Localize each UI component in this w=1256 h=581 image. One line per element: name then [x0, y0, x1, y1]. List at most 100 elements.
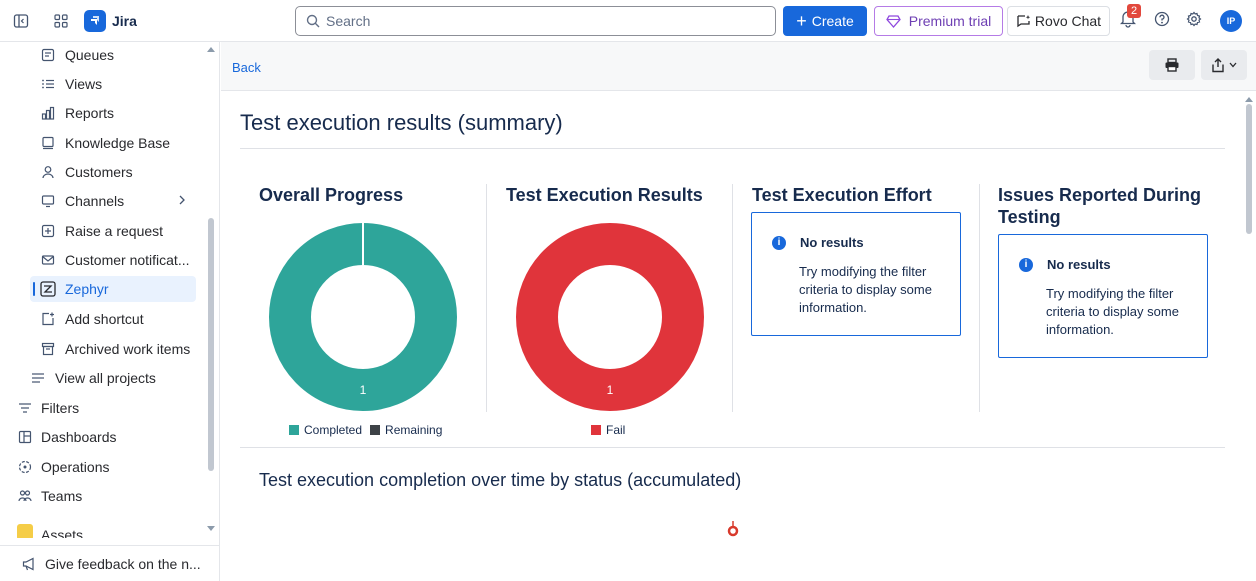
execution-effort-title: Test Execution Effort: [752, 185, 932, 205]
donut-slice-fail[interactable]: [516, 223, 704, 411]
share-button[interactable]: [1201, 50, 1247, 80]
no-results-title: No results: [800, 235, 864, 250]
app-switcher-icon[interactable]: [51, 11, 71, 31]
sidebar-item-label: Queues: [65, 47, 115, 63]
sidebar-item-label: Customer notificat...: [65, 252, 190, 268]
no-results-title: No results: [1047, 257, 1111, 272]
mail-icon: [40, 252, 56, 268]
premium-trial-button[interactable]: Premium trial: [874, 6, 1003, 36]
plus-icon: +: [796, 11, 807, 31]
user-avatar[interactable]: IP: [1220, 10, 1242, 32]
sidebar-scroll-down-arrow[interactable]: [207, 526, 215, 531]
app-name: Jira: [112, 13, 137, 29]
legend-item-remaining[interactable]: Remaining: [370, 423, 442, 437]
print-button[interactable]: [1149, 50, 1195, 80]
sidebar-item-knowledge-base[interactable]: Knowledge Base: [40, 130, 170, 156]
sidebar-scroll-up-arrow[interactable]: [207, 47, 215, 52]
legend-swatch: [591, 425, 601, 435]
customers-icon: [40, 164, 56, 180]
sidebar-item-add-shortcut[interactable]: Add shortcut: [40, 306, 144, 332]
donut-slice-completed[interactable]: [269, 223, 457, 411]
sidebar-item-label: Assets: [41, 527, 84, 538]
overall-progress-title: Overall Progress: [259, 185, 404, 205]
legend-label: Fail: [606, 423, 626, 437]
divider: [240, 148, 1225, 149]
sidebar-item-teams[interactable]: Teams: [17, 483, 82, 509]
info-icon: i: [1019, 257, 1033, 272]
overall-progress-legend: Completed Remaining: [289, 423, 450, 437]
sidebar-item-queues[interactable]: Queues: [40, 42, 114, 68]
printer-icon: [1165, 58, 1179, 72]
legend-item-fail[interactable]: Fail: [591, 423, 625, 437]
search-input[interactable]: Search: [295, 6, 776, 36]
create-button[interactable]: + Create: [783, 6, 867, 36]
chevron-right-icon[interactable]: [178, 193, 186, 209]
sidebar-item-label: Archived work items: [65, 341, 191, 357]
sidebar-item-zephyr[interactable]: Zephyr: [30, 276, 196, 302]
sidebar-item-customer-notifications[interactable]: Customer notificat...: [40, 247, 190, 273]
top-navigation-bar: Jira Search + Create Premium trial Rovo …: [0, 0, 1256, 42]
active-indicator: [33, 282, 35, 296]
back-link[interactable]: Back: [232, 60, 261, 75]
sidebar-item-assets[interactable]: Assets: [17, 524, 83, 538]
sidebar-item-label: Filters: [41, 400, 80, 416]
sidebar-item-label: Reports: [65, 105, 115, 121]
sidebar-item-reports[interactable]: Reports: [40, 100, 114, 126]
rovo-chat-button[interactable]: Rovo Chat: [1007, 6, 1110, 36]
sidebar-toggle-icon[interactable]: [11, 11, 31, 31]
execution-results-donut[interactable]: 1: [510, 217, 710, 417]
sidebar-item-label: Teams: [41, 488, 83, 504]
settings-gear-icon[interactable]: [1186, 11, 1202, 30]
sidebar-item-customers[interactable]: Customers: [40, 159, 133, 185]
no-results-heading: i No results: [1019, 257, 1111, 272]
sidebar-item-operations[interactable]: Operations: [17, 454, 109, 480]
notification-count-badge: 2: [1127, 4, 1142, 18]
sidebar-item-archived-work-items[interactable]: Archived work items: [40, 336, 190, 362]
teams-icon: [17, 488, 33, 504]
execution-results-legend: Fail: [591, 423, 633, 437]
channels-icon: [40, 193, 56, 209]
search-icon: [306, 14, 320, 28]
sidebar-item-label: Views: [65, 76, 103, 92]
help-icon[interactable]: [1154, 11, 1170, 30]
sidebar-item-view-all-projects[interactable]: View all projects: [30, 365, 156, 391]
jira-logo[interactable]: Jira: [84, 10, 137, 32]
sidebar-item-label: Operations: [41, 459, 110, 475]
sidebar-scrollbar[interactable]: [208, 218, 214, 471]
sidebar-item-raise-request[interactable]: Raise a request: [40, 218, 163, 244]
report-toolbar: Back: [221, 42, 1256, 91]
legend-swatch: [289, 425, 299, 435]
main-scrollbar[interactable]: [1246, 104, 1252, 234]
issues-reported-no-results: i No results Try modifying the filter cr…: [998, 234, 1208, 358]
sidebar-item-label: Knowledge Base: [65, 135, 171, 151]
no-results-message: Try modifying the filter criteria to dis…: [799, 264, 932, 315]
chevron-down-icon: [1229, 62, 1237, 68]
add-shortcut-icon: [40, 311, 56, 327]
megaphone-icon: [22, 557, 37, 571]
panel-separator: [979, 184, 980, 412]
sidebar-item-filters[interactable]: Filters: [17, 395, 79, 421]
zephyr-icon: [40, 281, 56, 297]
reports-icon: [40, 105, 56, 121]
queues-icon: [40, 47, 56, 63]
sidebar-item-label: Dashboards: [41, 429, 117, 445]
chat-icon: [1017, 15, 1031, 28]
main-scroll-up-arrow[interactable]: [1245, 97, 1253, 102]
page-title: Test execution results (summary): [240, 110, 563, 135]
overall-progress-donut[interactable]: 1: [263, 217, 463, 417]
search-placeholder: Search: [326, 13, 371, 29]
sidebar: Queues Views Reports Knowledge Base Cust…: [0, 42, 220, 581]
sidebar-item-dashboards[interactable]: Dashboards: [17, 424, 117, 450]
dashboard-icon: [17, 429, 33, 445]
give-feedback-button[interactable]: Give feedback on the n...: [0, 545, 219, 581]
sidebar-item-label: Raise a request: [65, 223, 164, 239]
diamond-icon: [885, 14, 901, 28]
legend-swatch: [370, 425, 381, 435]
sidebar-item-channels[interactable]: Channels: [40, 188, 190, 214]
sidebar-item-label: View all projects: [55, 370, 156, 386]
sidebar-item-views[interactable]: Views: [40, 71, 102, 97]
raise-request-icon: [40, 223, 56, 239]
no-results-heading: i No results: [772, 235, 864, 250]
legend-item-completed[interactable]: Completed: [289, 423, 362, 437]
donut-slice-label: 1: [360, 383, 367, 397]
